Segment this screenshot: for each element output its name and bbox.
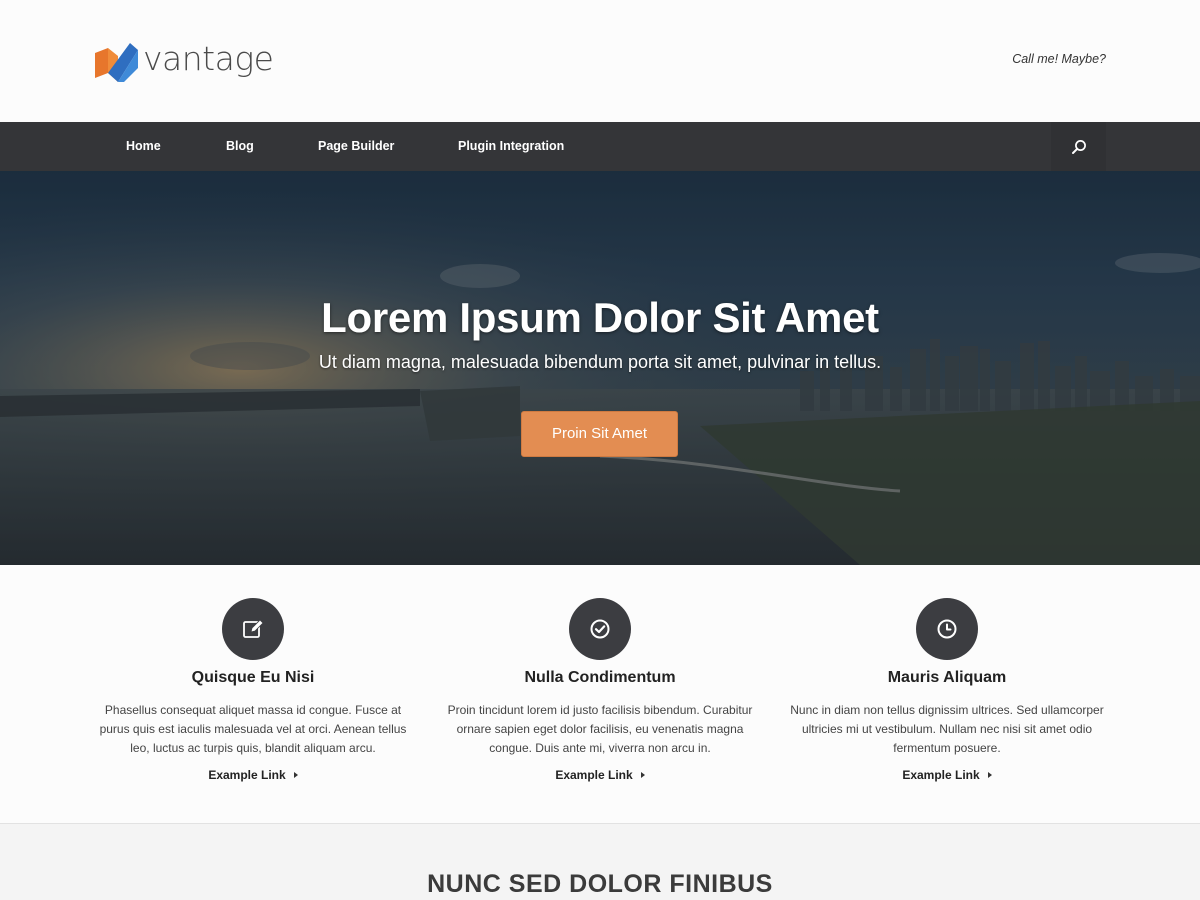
header-tagline: Call me! Maybe? bbox=[1012, 52, 1106, 66]
arrow-right-icon bbox=[640, 772, 645, 778]
content-section: NUNC SED DOLOR FINIBUS bbox=[0, 823, 1200, 900]
main-navigation: Home Blog Page Builder Plugin Integratio… bbox=[0, 122, 1200, 171]
vantage-logo-icon bbox=[95, 43, 138, 82]
section-heading: NUNC SED DOLOR FINIBUS bbox=[427, 870, 773, 898]
search-icon bbox=[1071, 139, 1086, 154]
site-header: vantage Call me! Maybe? bbox=[0, 0, 1200, 122]
feature-icon-circle bbox=[916, 598, 978, 660]
arrow-right-icon bbox=[293, 772, 298, 778]
feature-link-label: Example Link bbox=[902, 768, 980, 782]
feature-link-label: Example Link bbox=[208, 768, 286, 782]
hero-subtitle: Ut diam magna, malesuada bibendum porta … bbox=[318, 352, 882, 372]
feature-example-link[interactable]: Example Link bbox=[93, 768, 413, 782]
feature-title: Mauris Aliquam bbox=[887, 669, 1007, 686]
feature-description: Proin tincidunt lorem id justo facilisis… bbox=[447, 703, 753, 755]
feature-description: Nunc in diam non tellus dignissim ultric… bbox=[790, 703, 1104, 755]
check-circle-icon bbox=[590, 619, 610, 639]
feature-title: Quisque Eu Nisi bbox=[191, 669, 315, 686]
nav-item-plugin-integration[interactable]: Plugin Integration bbox=[458, 122, 564, 171]
site-logo[interactable]: vantage bbox=[94, 39, 274, 82]
features-section: Quisque Eu Nisi Phasellus consequat aliq… bbox=[0, 565, 1200, 823]
feature-title: Nulla Condimentum bbox=[524, 669, 676, 686]
nav-item-home[interactable]: Home bbox=[126, 122, 161, 171]
edit-icon bbox=[243, 619, 264, 638]
hero-banner: Lorem Ipsum Dolor Sit Amet Ut diam magna… bbox=[0, 171, 1200, 565]
hero-cta-button[interactable]: Proin Sit Amet bbox=[521, 411, 678, 457]
feature-icon-circle bbox=[222, 598, 284, 660]
feature-example-link[interactable]: Example Link bbox=[440, 768, 760, 782]
hero-title: Lorem Ipsum Dolor Sit Amet bbox=[321, 294, 879, 341]
feature-link-label: Example Link bbox=[555, 768, 633, 782]
feature-icon-circle bbox=[569, 598, 631, 660]
clock-icon bbox=[937, 619, 957, 639]
nav-search-button[interactable] bbox=[1051, 122, 1106, 171]
arrow-right-icon bbox=[987, 772, 992, 778]
nav-item-page-builder[interactable]: Page Builder bbox=[318, 122, 394, 171]
nav-item-blog[interactable]: Blog bbox=[226, 122, 254, 171]
feature-description: Phasellus consequat aliquet massa id con… bbox=[99, 703, 407, 755]
logo-text: vantage bbox=[143, 39, 274, 78]
feature-example-link[interactable]: Example Link bbox=[787, 768, 1107, 782]
